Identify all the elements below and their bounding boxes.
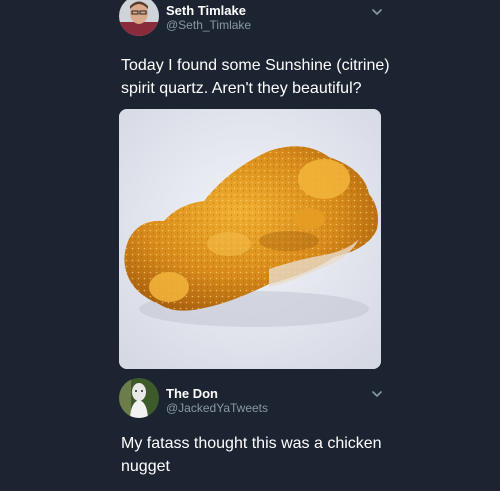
user-avatar-icon — [119, 378, 159, 418]
user-avatar-icon — [119, 0, 159, 36]
citrine-quartz-photo — [119, 109, 381, 369]
author-info[interactable]: Seth Timlake @Seth_Timlake — [166, 3, 251, 33]
display-name[interactable]: The Don — [166, 386, 268, 401]
chevron-down-icon[interactable] — [371, 388, 383, 400]
avatar[interactable] — [119, 0, 159, 36]
tweet-text: My fatass thought this was a chicken nug… — [121, 435, 382, 475]
handle[interactable]: @JackedYaTweets — [166, 401, 268, 416]
handle[interactable]: @Seth_Timlake — [166, 18, 251, 33]
chevron-down-icon[interactable] — [371, 6, 383, 18]
display-name[interactable]: Seth Timlake — [166, 3, 251, 18]
tweet-text: Today I found some Sunshine (citrine) sp… — [121, 57, 390, 97]
tweet-photo[interactable] — [119, 109, 381, 369]
author-info[interactable]: The Don @JackedYaTweets — [166, 386, 268, 416]
avatar[interactable] — [119, 378, 159, 418]
